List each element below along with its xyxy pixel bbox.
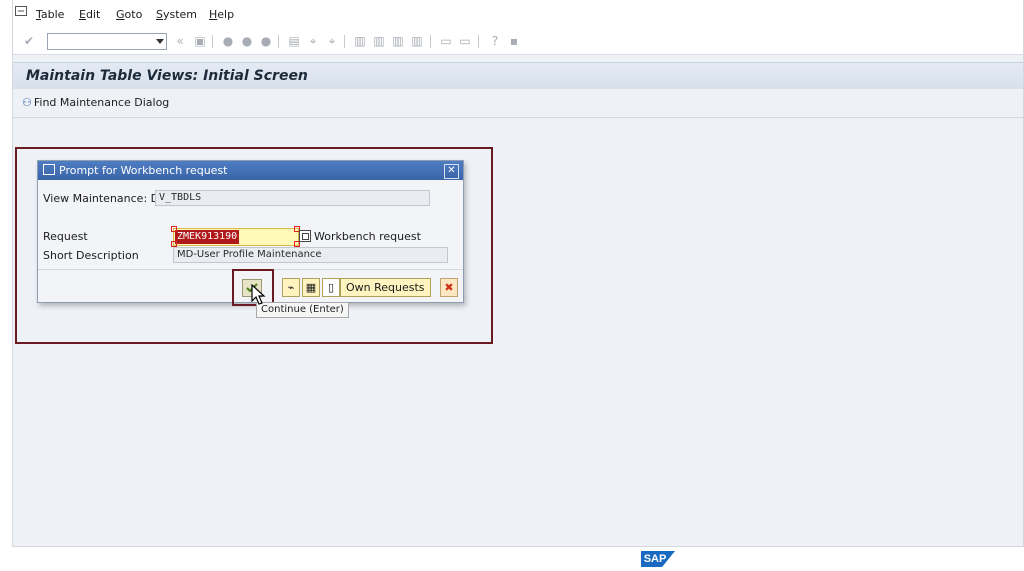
request-tree-button[interactable]: ▦ <box>302 278 320 297</box>
menu-edit[interactable]: Edit <box>79 8 100 21</box>
menu-help-label: elp <box>217 8 235 21</box>
menu-bar: Table Edit Goto System Help <box>13 0 1023 30</box>
print-icon[interactable]: ▤ <box>287 34 301 48</box>
double-chevron-icon: « <box>176 34 184 48</box>
binoculars-icon: ⚇ <box>22 96 32 109</box>
menu-goto-label: oto <box>124 8 143 21</box>
save-icon[interactable]: ▣ <box>193 34 207 48</box>
continue-tooltip: Continue (Enter) <box>256 302 349 318</box>
dialog-title: Prompt for Workbench request <box>59 164 228 177</box>
app-menu-icon[interactable] <box>15 6 27 16</box>
toolbar-separator <box>430 35 431 48</box>
menu-edit-accel: E <box>79 8 86 21</box>
dialog-window-icon <box>43 164 55 175</box>
display-object-list-button[interactable]: ⌁ <box>282 278 300 297</box>
request-label: Request <box>43 230 88 243</box>
cancel-button[interactable]: ✖ <box>440 278 458 297</box>
system-toolbar: ✔ « ▣ ● ● ● ▤ ⌖ ⌖ ▥ ▥ ▥ ▥ ▭ ▭ ? ▪ <box>13 29 1023 55</box>
back-icon[interactable]: ● <box>221 34 235 48</box>
sap-logo: SAP <box>641 551 675 567</box>
close-icon[interactable]: ✕ <box>444 164 459 179</box>
layout-menu-icon[interactable]: ▪ <box>507 34 521 48</box>
dialog-title-bar[interactable]: Prompt for Workbench request ✕ <box>38 161 463 180</box>
view-maintenance-label: View Maintenance: D... <box>43 192 170 205</box>
view-maintenance-field: V_TBDLS <box>155 190 430 206</box>
request-value: ZMEK913190 <box>175 230 240 244</box>
command-dropdown-icon[interactable] <box>156 39 164 44</box>
own-requests-button[interactable]: Own Requests <box>340 278 431 297</box>
short-description-label: Short Description <box>43 249 139 262</box>
menu-help[interactable]: Help <box>209 8 234 21</box>
menu-edit-label: dit <box>85 8 101 21</box>
shortcut-icon[interactable]: ▭ <box>458 34 472 48</box>
request-input[interactable]: ZMEK913190 <box>173 228 299 246</box>
toolbar-separator <box>478 35 479 48</box>
menu-goto[interactable]: Goto <box>116 8 142 21</box>
application-toolbar: ⚇ Find Maintenance Dialog <box>13 89 1023 118</box>
cancel-icon[interactable]: ● <box>259 34 273 48</box>
short-description-field: MD-User Profile Maintenance <box>173 247 448 263</box>
new-session-icon[interactable]: ▭ <box>439 34 453 48</box>
enter-check-icon[interactable]: ✔ <box>22 34 36 48</box>
previous-page-icon[interactable]: ▥ <box>372 34 386 48</box>
command-field[interactable] <box>47 33 167 50</box>
request-type-label: Workbench request <box>314 230 421 243</box>
menu-goto-accel: G <box>116 8 125 21</box>
menu-table-label: able <box>40 8 65 21</box>
exit-icon[interactable]: ● <box>240 34 254 48</box>
last-page-icon[interactable]: ▥ <box>410 34 424 48</box>
create-request-button[interactable]: ▯ <box>322 278 340 297</box>
next-page-icon[interactable]: ▥ <box>391 34 405 48</box>
title-bar: Maintain Table Views: Initial Screen <box>13 62 1023 90</box>
find-maintenance-dialog-label: Find Maintenance Dialog <box>33 96 170 109</box>
first-page-icon[interactable]: ▥ <box>353 34 367 48</box>
toolbar-separator <box>278 35 279 48</box>
mouse-cursor-icon <box>251 284 266 305</box>
menu-table[interactable]: Table <box>36 8 64 21</box>
find-icon[interactable]: ⌖ <box>306 34 320 48</box>
find-maintenance-dialog-button[interactable]: ⚇ Find Maintenance Dialog <box>22 96 169 109</box>
menu-system[interactable]: System <box>156 8 197 21</box>
find-next-icon[interactable]: ⌖ <box>325 34 339 48</box>
toolbar-separator <box>344 35 345 48</box>
menu-system-accel: S <box>156 8 163 21</box>
value-help-icon[interactable] <box>299 230 311 242</box>
toolbar-separator <box>212 35 213 48</box>
page-title: Maintain Table Views: Initial Screen <box>26 68 308 84</box>
menu-system-label: ystem <box>162 8 198 21</box>
help-icon[interactable]: ? <box>488 34 502 48</box>
field-corner-marker <box>171 226 177 232</box>
